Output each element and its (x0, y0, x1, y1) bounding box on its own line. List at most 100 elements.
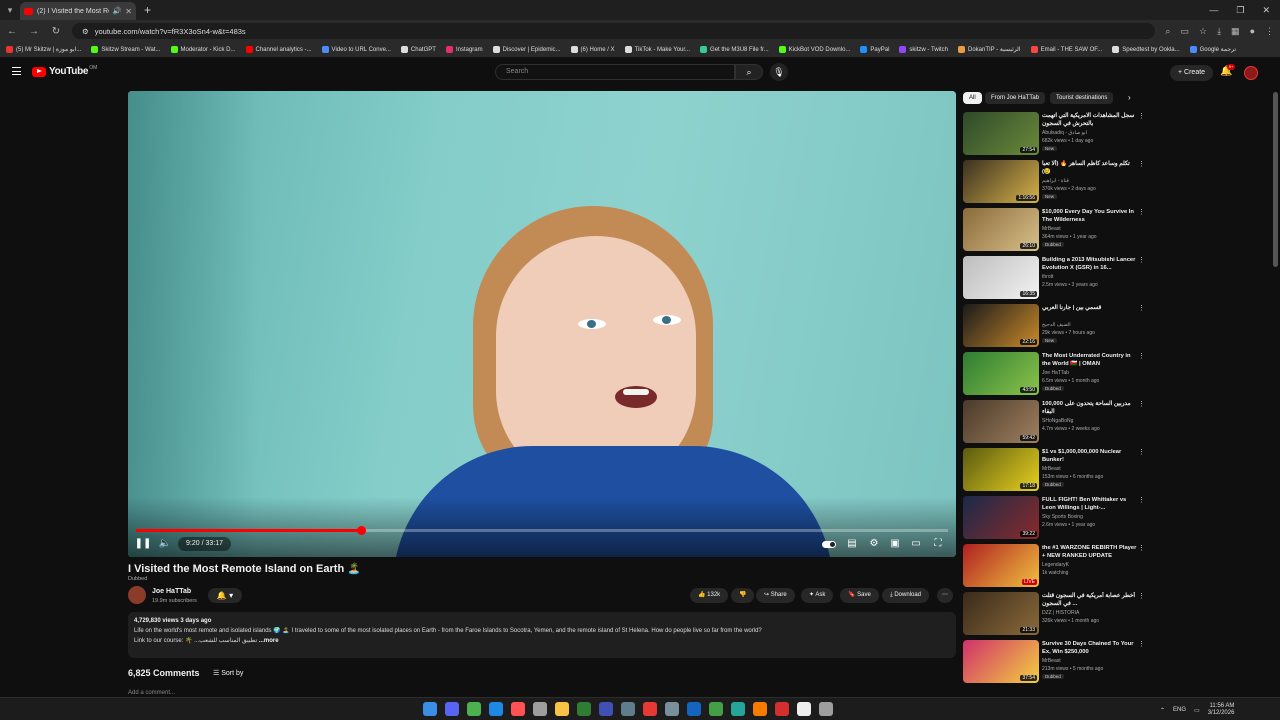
recommendation-title[interactable]: FULL FIGHT! Ben Whittaker vs Leon Willin… (1042, 496, 1137, 512)
taskbar-app-icon[interactable] (709, 702, 723, 716)
taskbar-app-icon[interactable] (577, 702, 591, 716)
kebab-menu-icon[interactable]: ⋮ (1138, 256, 1145, 264)
recommendation-item[interactable]: 27:54 سجل المشاهدات الامريكية التي اتهمت … (963, 112, 1145, 156)
account-avatar[interactable] (1244, 66, 1258, 80)
recommendation-title[interactable]: The Most Underrated Country in the World… (1042, 352, 1137, 368)
kebab-menu-icon[interactable]: ⋮ (1138, 112, 1145, 120)
bookmark-item[interactable]: ChatGPT (400, 46, 436, 53)
miniplayer-icon[interactable]: ▣ (886, 537, 904, 551)
recommendation-item[interactable]: 22:16 قسمي بين | جارنا العربي الضيف الدحيح… (963, 304, 1145, 348)
bookmark-item[interactable]: PayPal (860, 46, 889, 53)
minimize-icon[interactable]: — (1209, 5, 1218, 16)
kebab-menu-icon[interactable]: ⋮ (1138, 640, 1145, 648)
recommendation-item[interactable]: 26:10 $10,000 Every Day You Survive In Th… (963, 208, 1145, 252)
settings-gear-icon[interactable]: ⚙ (865, 537, 883, 551)
subscribed-bell-button[interactable]: 🔔 ▾ (208, 588, 242, 603)
bookmark-item[interactable]: TikTok - Make Your... (624, 46, 690, 53)
taskbar-app-icon[interactable] (775, 702, 789, 716)
windows-start-icon[interactable] (423, 702, 437, 716)
recommendation-thumbnail[interactable]: 22:16 (963, 304, 1039, 347)
network-icon[interactable]: ▭ (1194, 707, 1200, 714)
recommendation-thumbnail[interactable]: 59:42 (963, 400, 1039, 443)
site-info-icon[interactable]: ⚙ (82, 27, 89, 36)
close-tab-icon[interactable]: ✕ (125, 7, 132, 16)
description-box[interactable]: 4,729,830 views 3 days ago Life on the w… (128, 612, 956, 658)
show-more-link[interactable]: ...more (259, 638, 279, 644)
taskbar-app-icon[interactable] (621, 702, 635, 716)
taskbar-app-icon[interactable] (555, 702, 569, 716)
kebab-menu-icon[interactable]: ⋮ (1138, 208, 1145, 216)
bookmark-item[interactable]: Email - THE SAW OF... (1030, 46, 1102, 53)
microphone-icon[interactable]: 🎙 (770, 63, 788, 81)
recommendation-item[interactable]: 37:54 Survive 30 Days Chained To Your Ex,… (963, 640, 1145, 684)
recommendation-thumbnail[interactable]: 27:54 (963, 112, 1039, 155)
back-icon[interactable]: ← (6, 26, 18, 37)
volume-icon[interactable]: 🔈 (156, 537, 174, 551)
recommendation-thumbnail[interactable]: LIVE (963, 544, 1039, 587)
autoplay-toggle[interactable] (822, 541, 836, 548)
recommendation-item[interactable]: 21:33 أخطر عصابة أمريكية في السجون قتلت .… (963, 592, 1145, 636)
taskbar-app-icon[interactable] (489, 702, 503, 716)
taskbar-app-icon[interactable] (533, 702, 547, 716)
recommendation-thumbnail[interactable]: 16:35 (963, 256, 1039, 299)
ask-button[interactable]: ✦ Ask (801, 588, 834, 603)
taskbar-app-icon[interactable] (445, 702, 459, 716)
bookmark-item[interactable]: Channel analytics -... (245, 46, 312, 53)
recommendation-title[interactable]: Building a 2013 Mitsubishi Lancer Evolut… (1042, 256, 1137, 272)
download-button[interactable]: ⤓ Download (882, 588, 930, 603)
bookmark-item[interactable]: Skitzw Stream - Wat... (91, 46, 161, 53)
kebab-menu-icon[interactable]: ⋮ (1138, 496, 1145, 504)
clock[interactable]: 11:56 AM 3/12/2026 (1208, 703, 1235, 717)
recommendation-thumbnail[interactable]: 17:18 (963, 448, 1039, 491)
recommendation-title[interactable]: سجل المشاهدات الامريكية التي اتهمت بالتح… (1042, 112, 1137, 128)
recommendation-item[interactable]: 43:50 The Most Underrated Country in the … (963, 352, 1145, 396)
url-field[interactable]: ⚙ youtube.com/watch?v=fR3X3oSn4-w&t=483s (72, 23, 1156, 39)
seek-bar-handle[interactable] (356, 526, 366, 535)
recommendation-item[interactable]: 59:42 100,000 مدربين الساحة يتحدون على ال… (963, 400, 1145, 444)
taskbar-app-icon[interactable] (731, 702, 745, 716)
bookmark-item[interactable]: skitzw - Twitch (899, 46, 948, 53)
bookmark-item[interactable]: (6) Home / X (570, 46, 615, 53)
subtitles-icon[interactable]: ▤ (843, 537, 861, 551)
recommendation-thumbnail[interactable]: 21:33 (963, 592, 1039, 635)
save-button[interactable]: 🔖 Save (840, 588, 879, 603)
sort-comments-button[interactable]: ☰ Sort by (213, 669, 243, 677)
create-button[interactable]: + Create (1170, 65, 1214, 81)
lang-indicator[interactable]: ENG (1173, 707, 1186, 713)
cast-icon[interactable]: ▭ (1180, 26, 1189, 37)
channel-avatar[interactable] (128, 586, 146, 604)
page-scrollbar[interactable] (1273, 92, 1278, 267)
recommendation-title[interactable]: قسمي بين | جارنا العربي (1042, 304, 1137, 312)
kebab-menu-icon[interactable]: ⋮ (1138, 448, 1145, 456)
kebab-menu-icon[interactable]: ⋮ (1138, 304, 1145, 312)
bookmark-star-icon[interactable]: ☆ (1199, 26, 1207, 37)
recommendation-thumbnail[interactable]: 39:22 (963, 496, 1039, 539)
youtube-logo[interactable]: YouTube OM (32, 65, 97, 77)
reload-icon[interactable]: ↻ (50, 26, 62, 37)
recommendation-title[interactable]: 100,000 مدربين الساحة يتحدون على البقاء (1042, 400, 1137, 416)
taskbar-app-icon[interactable] (797, 702, 811, 716)
video-player[interactable]: ❚❚ 🔈 9:20 / 33:17 ▤ ⚙ ▣ ▭ ⛶ (128, 91, 956, 557)
bookmark-item[interactable]: Google ترجمة (1189, 46, 1236, 53)
browser-tab-active[interactable]: (2) I Visited the Most Rem 🔊 ✕ (20, 2, 136, 20)
kebab-menu-icon[interactable]: ⋮ (1138, 160, 1145, 168)
taskbar-app-icon[interactable] (753, 702, 767, 716)
chevron-right-icon[interactable]: › (1128, 93, 1131, 102)
maximize-icon[interactable]: ❐ (1236, 5, 1244, 16)
bookmark-item[interactable]: Video to URL Conve... (321, 46, 391, 53)
seek-bar[interactable] (136, 526, 948, 535)
bookmark-item[interactable]: Discover | Epidemic... (492, 46, 561, 53)
bookmark-item[interactable]: (5) Mr Skitzw | ابو موزة... (6, 46, 81, 53)
extensions-icon[interactable]: ▦ (1231, 26, 1240, 37)
taskbar-app-icon[interactable] (467, 702, 481, 716)
recommendation-title[interactable]: the #1 WARZONE REBIRTH Player + NEW RANK… (1042, 544, 1137, 560)
taskbar-app-icon[interactable] (599, 702, 613, 716)
recommendation-item[interactable]: 39:22 FULL FIGHT! Ben Whittaker vs Leon W… (963, 496, 1145, 540)
profile-icon[interactable]: ● (1250, 26, 1255, 37)
pause-icon[interactable]: ❚❚ (134, 537, 152, 551)
kebab-menu-icon[interactable]: ⋮ (1138, 400, 1145, 408)
recommendation-thumbnail[interactable]: 1:16:56 (963, 160, 1039, 203)
recommendation-thumbnail[interactable]: 37:54 (963, 640, 1039, 683)
taskbar-app-icon[interactable] (511, 702, 525, 716)
browser-menu-icon[interactable]: ⋮ (1265, 26, 1274, 37)
